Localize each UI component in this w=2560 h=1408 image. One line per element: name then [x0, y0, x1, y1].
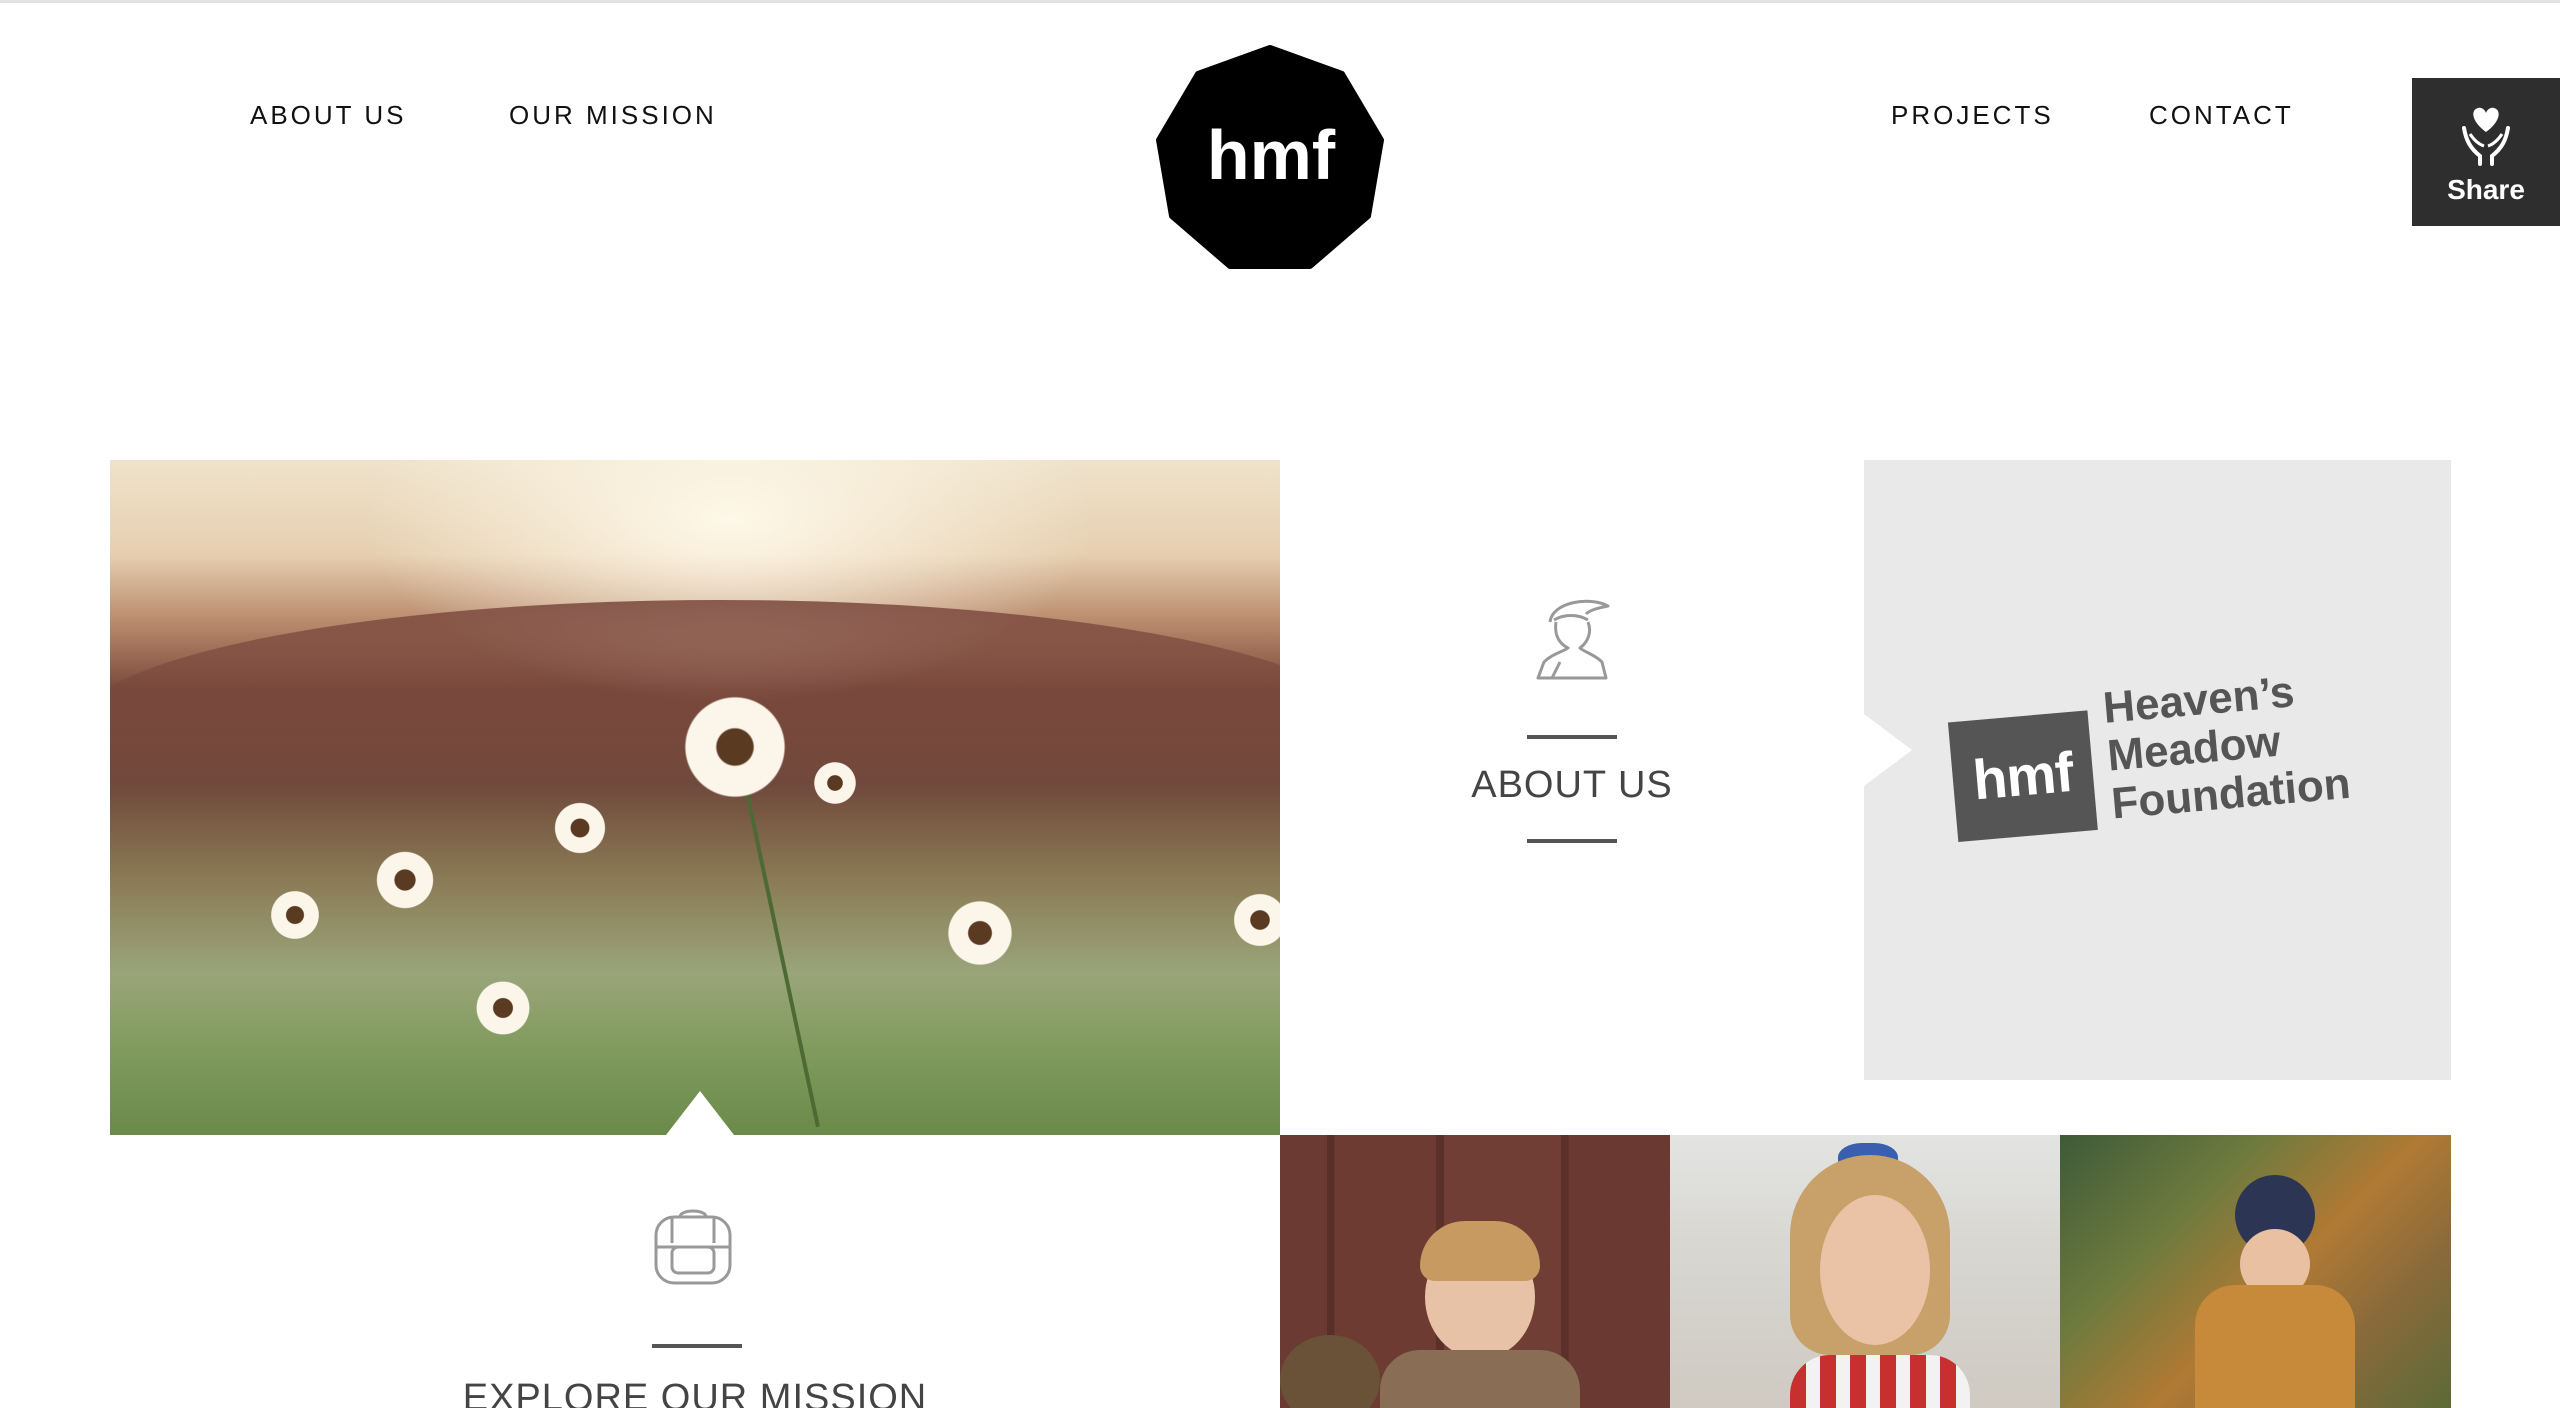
share-label: Share	[2447, 174, 2525, 205]
daisy-flower	[810, 760, 860, 806]
child-face	[1820, 1195, 1930, 1345]
daisy-flower	[370, 850, 440, 910]
woman-profile-icon	[1536, 599, 1610, 680]
foundation-logo-panel: hmf Heaven’s Meadow Foundation	[1864, 460, 2451, 1080]
heart-hands-icon	[2462, 107, 2510, 166]
daisy-flower	[550, 800, 610, 856]
hero-meadow-image	[110, 460, 1280, 1135]
about-us-title: ABOUT US	[1471, 764, 1673, 806]
child-shirt	[1790, 1355, 1970, 1408]
nav-projects[interactable]: PROJECTS	[1891, 100, 2054, 131]
foundation-name: Heaven’s Meadow Foundation	[2101, 661, 2383, 828]
site-logo[interactable]: hmf	[1155, 44, 1385, 274]
nav-contact[interactable]: CONTACT	[2149, 100, 2294, 131]
daisy-flower	[940, 900, 1020, 966]
foundation-brand: hmf Heaven’s Meadow Foundation	[1946, 662, 2378, 858]
dog	[1280, 1335, 1380, 1408]
child-photo[interactable]	[1280, 1135, 1670, 1408]
daisy-flower	[1230, 890, 1280, 950]
about-divider-bottom	[1527, 839, 1617, 843]
daisy-flower	[470, 980, 536, 1036]
explore-mission-tile[interactable]: EXPLORE OUR MISSION	[110, 1135, 1280, 1408]
child-hair	[1420, 1221, 1540, 1281]
foundation-mark: hmf	[1947, 710, 2098, 843]
panel-pointer	[1864, 714, 1912, 786]
child-coat	[1380, 1350, 1580, 1408]
about-us-tile[interactable]: ABOUT US	[1280, 460, 1864, 1135]
top-border	[0, 0, 2560, 3]
child-photo[interactable]	[1670, 1135, 2060, 1408]
child-photo[interactable]	[2060, 1135, 2451, 1408]
about-divider-top	[1527, 735, 1617, 739]
hero-notch	[666, 1091, 734, 1135]
nav-our-mission[interactable]: OUR MISSION	[509, 100, 717, 131]
explore-mission-title: EXPLORE OUR MISSION	[462, 1377, 928, 1408]
child-jacket	[2195, 1285, 2355, 1408]
daisy-flower	[265, 890, 325, 940]
mission-divider	[652, 1344, 742, 1348]
logo-text: hmf	[1207, 116, 1336, 194]
nav-about-us[interactable]: ABOUT US	[250, 100, 406, 131]
logo-octagon: hmf	[1156, 45, 1384, 269]
share-button[interactable]: Share	[2412, 78, 2560, 226]
backpack-icon	[654, 1209, 732, 1285]
daisy-flower	[675, 692, 795, 802]
